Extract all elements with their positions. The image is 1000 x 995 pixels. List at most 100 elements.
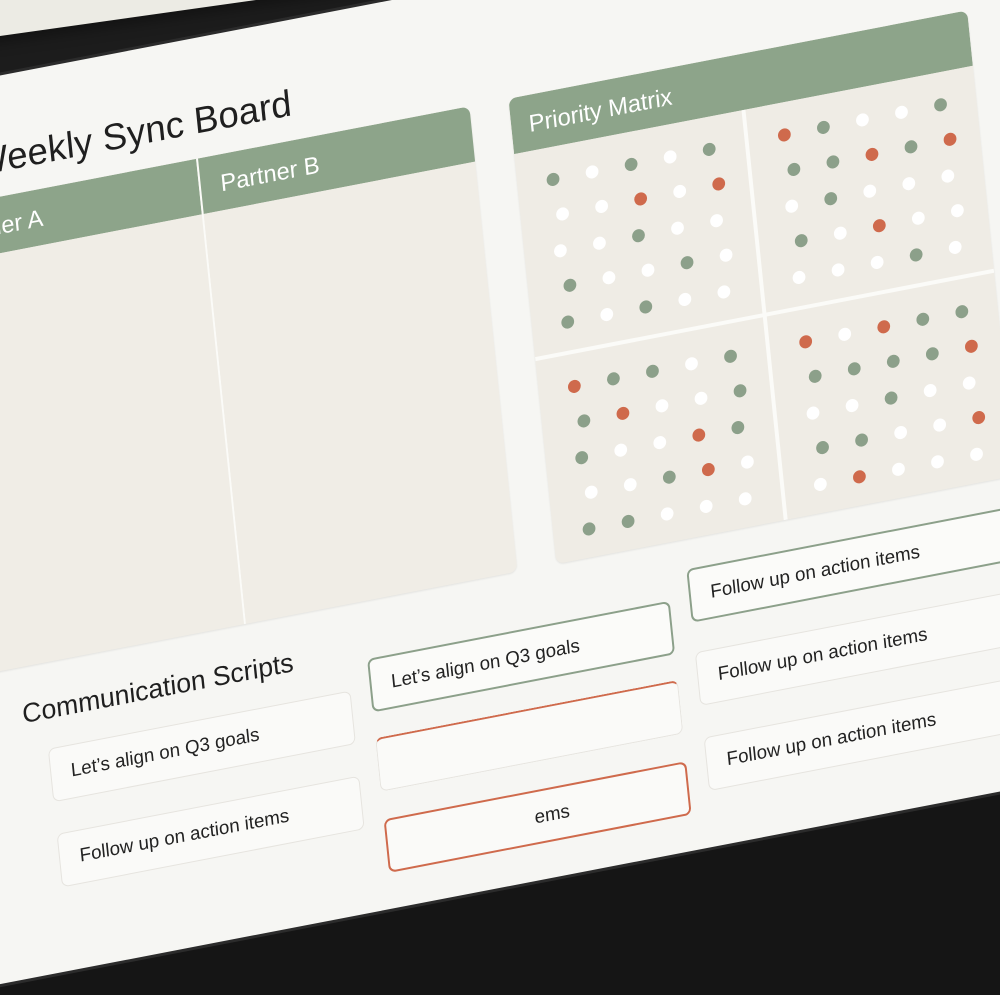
matrix-dot[interactable] bbox=[670, 220, 685, 236]
matrix-dot[interactable] bbox=[837, 326, 852, 342]
partner-b-dropzone[interactable] bbox=[203, 161, 518, 624]
matrix-dot[interactable] bbox=[901, 175, 916, 192]
matrix-dot[interactable] bbox=[845, 397, 860, 414]
matrix-dot[interactable] bbox=[624, 156, 639, 173]
matrix-dot[interactable] bbox=[711, 176, 726, 192]
matrix-dot[interactable] bbox=[886, 353, 901, 369]
matrix-dot[interactable] bbox=[940, 168, 955, 184]
matrix-dot[interactable] bbox=[592, 235, 607, 251]
matrix-dot[interactable] bbox=[567, 378, 582, 395]
matrix-dot[interactable] bbox=[631, 228, 646, 244]
matrix-dot[interactable] bbox=[680, 255, 695, 271]
matrix-dot[interactable] bbox=[948, 239, 963, 256]
matrix-dot[interactable] bbox=[777, 127, 792, 143]
matrix-dot[interactable] bbox=[855, 112, 870, 128]
matrix-dot[interactable] bbox=[894, 104, 909, 121]
matrix-dot[interactable] bbox=[911, 210, 926, 226]
matrix-dot[interactable] bbox=[786, 161, 801, 178]
matrix-dot[interactable] bbox=[923, 382, 938, 399]
matrix-dot[interactable] bbox=[584, 484, 599, 500]
matrix-dot[interactable] bbox=[876, 319, 891, 335]
matrix-dot[interactable] bbox=[823, 191, 838, 207]
matrix-dot[interactable] bbox=[847, 361, 862, 377]
matrix-dot[interactable] bbox=[640, 262, 656, 278]
matrix-dot[interactable] bbox=[684, 356, 699, 372]
matrix-dot[interactable] bbox=[694, 390, 709, 406]
matrix-dot[interactable] bbox=[808, 368, 823, 384]
matrix-dot[interactable] bbox=[623, 476, 638, 493]
matrix-dot[interactable] bbox=[638, 299, 653, 315]
matrix-dot[interactable] bbox=[964, 338, 979, 354]
matrix-dot[interactable] bbox=[702, 141, 717, 158]
matrix-dot[interactable] bbox=[784, 198, 799, 214]
matrix-dot[interactable] bbox=[606, 371, 621, 387]
matrix-dot[interactable] bbox=[645, 363, 660, 379]
matrix-dot[interactable] bbox=[699, 498, 714, 515]
matrix-dot[interactable] bbox=[930, 454, 945, 470]
matrix-dot[interactable] bbox=[719, 247, 734, 263]
matrix-dot[interactable] bbox=[654, 398, 669, 414]
matrix-dot[interactable] bbox=[815, 439, 830, 456]
matrix-dot[interactable] bbox=[701, 461, 716, 478]
matrix-dot[interactable] bbox=[794, 233, 809, 249]
matrix-dot[interactable] bbox=[943, 131, 958, 148]
matrix-dot[interactable] bbox=[864, 146, 879, 163]
matrix-dot[interactable] bbox=[546, 171, 561, 188]
matrix-dot[interactable] bbox=[854, 432, 869, 448]
matrix-dot[interactable] bbox=[738, 491, 753, 507]
matrix-dot[interactable] bbox=[723, 348, 738, 364]
matrix-dot[interactable] bbox=[621, 513, 636, 530]
matrix-dot[interactable] bbox=[932, 417, 947, 433]
matrix-dot[interactable] bbox=[560, 314, 575, 330]
matrix-dot[interactable] bbox=[798, 334, 813, 350]
matrix-dot[interactable] bbox=[662, 469, 677, 485]
matrix-dot[interactable] bbox=[691, 427, 706, 443]
matrix-dot[interactable] bbox=[652, 434, 667, 451]
matrix-dot[interactable] bbox=[813, 476, 828, 493]
matrix-dot[interactable] bbox=[660, 506, 675, 522]
matrix-dot[interactable] bbox=[884, 390, 899, 406]
matrix-dot[interactable] bbox=[594, 198, 609, 215]
matrix-dot[interactable] bbox=[585, 164, 600, 180]
matrix-quadrant[interactable] bbox=[535, 317, 784, 565]
matrix-dot[interactable] bbox=[716, 284, 731, 300]
matrix-dot[interactable] bbox=[740, 454, 755, 470]
matrix-dot[interactable] bbox=[954, 304, 969, 320]
matrix-dot[interactable] bbox=[677, 291, 692, 308]
matrix-dot[interactable] bbox=[730, 419, 745, 436]
matrix-dot[interactable] bbox=[852, 469, 867, 485]
matrix-dot[interactable] bbox=[933, 97, 948, 113]
matrix-dot[interactable] bbox=[825, 154, 840, 170]
matrix-dot[interactable] bbox=[870, 254, 885, 271]
matrix-dot[interactable] bbox=[971, 409, 986, 426]
matrix-dot[interactable] bbox=[816, 119, 831, 136]
matrix-dot[interactable] bbox=[555, 206, 570, 222]
matrix-dot[interactable] bbox=[969, 446, 984, 462]
matrix-dot[interactable] bbox=[904, 139, 919, 155]
matrix-dot[interactable] bbox=[925, 346, 940, 362]
matrix-dot[interactable] bbox=[615, 405, 630, 422]
matrix-dot[interactable] bbox=[553, 243, 568, 259]
matrix-dot[interactable] bbox=[601, 270, 616, 286]
matrix-dot[interactable] bbox=[633, 191, 648, 207]
matrix-dot[interactable] bbox=[562, 277, 577, 293]
matrix-dot[interactable] bbox=[891, 461, 906, 478]
matrix-dot[interactable] bbox=[582, 521, 597, 537]
matrix-dot[interactable] bbox=[709, 213, 724, 229]
matrix-dot[interactable] bbox=[862, 183, 877, 199]
partner-a-dropzone[interactable] bbox=[0, 214, 245, 677]
matrix-dot[interactable] bbox=[950, 202, 965, 219]
matrix-dot[interactable] bbox=[893, 424, 908, 441]
matrix-dot[interactable] bbox=[806, 405, 821, 421]
matrix-dot[interactable] bbox=[909, 247, 924, 263]
matrix-dot[interactable] bbox=[599, 306, 614, 323]
matrix-dot[interactable] bbox=[574, 450, 589, 466]
matrix-dot[interactable] bbox=[672, 183, 687, 200]
matrix-dot[interactable] bbox=[833, 225, 848, 241]
matrix-dot[interactable] bbox=[872, 218, 887, 234]
matrix-dot[interactable] bbox=[576, 413, 591, 429]
matrix-dot[interactable] bbox=[733, 383, 748, 399]
matrix-dot[interactable] bbox=[792, 269, 807, 286]
matrix-dot[interactable] bbox=[831, 262, 846, 278]
matrix-dot[interactable] bbox=[915, 311, 930, 327]
